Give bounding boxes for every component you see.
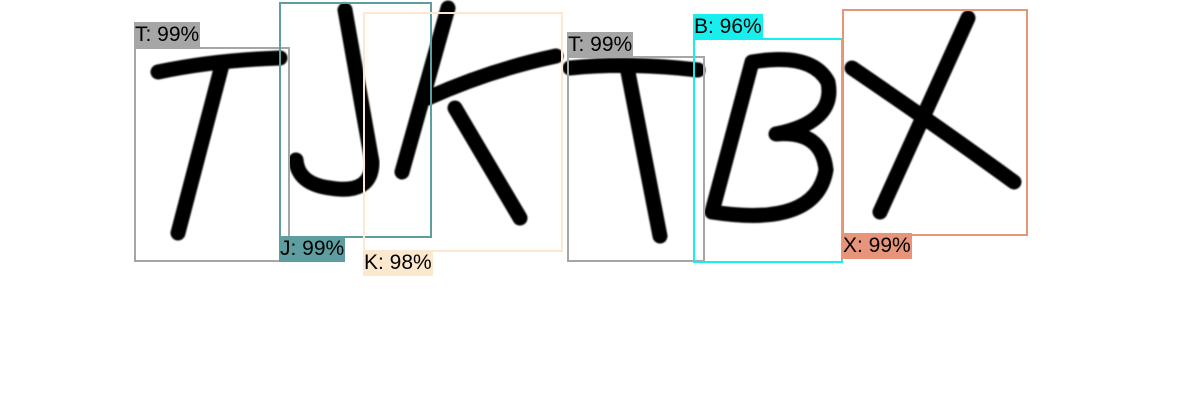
detection-label: T: 99%	[134, 22, 201, 48]
detection-label: J: 99%	[279, 236, 346, 262]
detection-label: B: 96%	[693, 14, 763, 40]
detection-box	[693, 38, 843, 263]
detection-box	[842, 9, 1028, 236]
detection-box	[363, 12, 563, 252]
detection-label: X: 99%	[842, 233, 912, 259]
detection-label: K: 98%	[363, 250, 433, 276]
detection-box	[567, 56, 705, 262]
detection-label: T: 99%	[567, 32, 634, 58]
detection-box	[134, 47, 290, 262]
